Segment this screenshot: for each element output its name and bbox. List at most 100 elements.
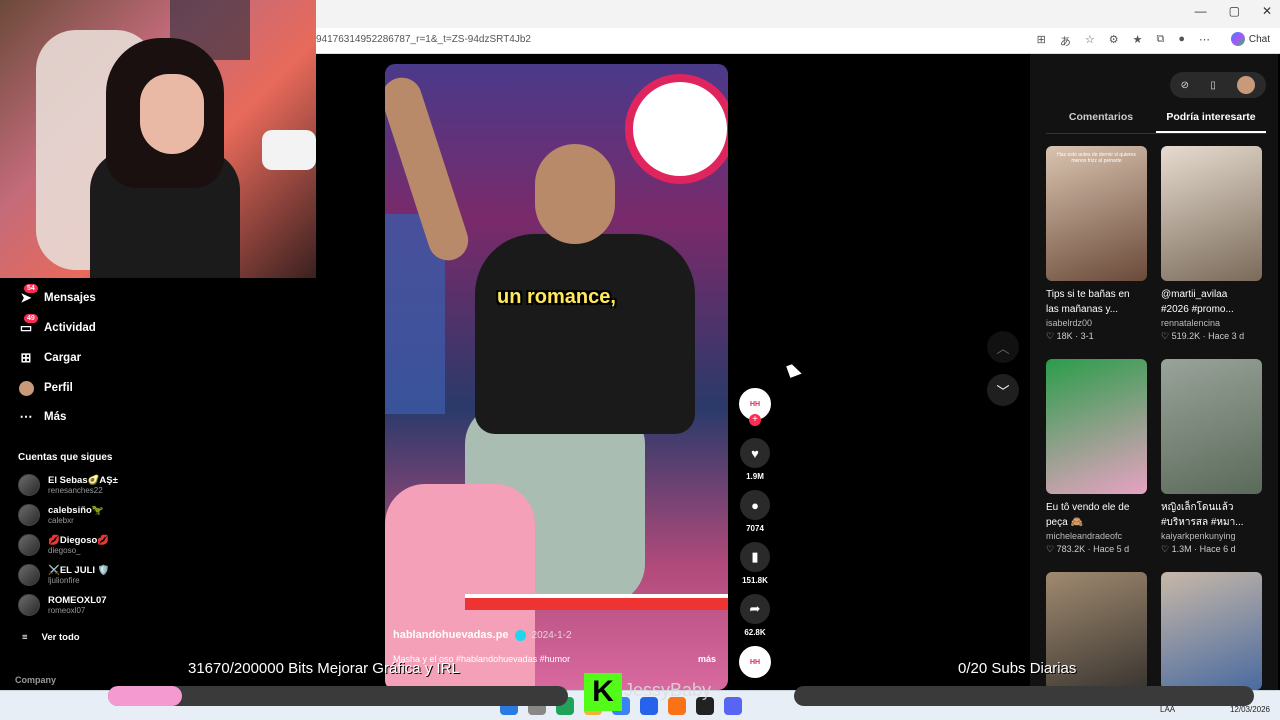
- user-avatar[interactable]: [1237, 76, 1256, 94]
- mouse-cursor: [786, 362, 802, 378]
- sidebar-item-label: Cargar: [44, 352, 82, 364]
- more-icon[interactable]: ⋯: [1199, 33, 1210, 49]
- sidebar-item-label: Actividad: [44, 322, 96, 334]
- account-name: ROMEOXL07: [48, 595, 107, 606]
- comment-count: 7074: [746, 524, 764, 533]
- sidebar-item-perfil[interactable]: Perfil: [18, 380, 73, 396]
- apps-icon[interactable]: ⊞: [1037, 33, 1046, 49]
- heart-icon: ♡: [1046, 331, 1055, 341]
- account-name: ⚔️EL JULI 🛡️: [48, 565, 110, 576]
- video-age: Hace 6 d: [1199, 544, 1236, 554]
- see-all-link[interactable]: ≡ Ver todo: [22, 632, 80, 643]
- video-title: Tips si te bañas en las mañanas y...: [1046, 289, 1130, 315]
- language-indicator[interactable]: LAA: [1160, 705, 1175, 714]
- heart-icon: ♥: [740, 438, 770, 468]
- url-text[interactable]: 94176314952286787_r=1&_t=ZS-94dzSRT4Jb2: [316, 34, 531, 45]
- video-author: kaiyarkpenkunying: [1161, 531, 1236, 541]
- following-account[interactable]: ⚔️EL JULI 🛡️ ljulionfire: [18, 564, 110, 586]
- streamer-name: JessyBaby: [624, 680, 712, 700]
- avatar: [18, 534, 40, 556]
- ellipsis-icon: ⋯: [19, 409, 33, 424]
- comment-button[interactable]: ● 7074: [738, 490, 772, 533]
- taskbar-date[interactable]: 12/03/2026: [1230, 705, 1270, 714]
- inbox-icon: ▭ 49: [18, 314, 38, 336]
- comment-icon: ●: [740, 490, 770, 520]
- chat-button[interactable]: Chat: [1230, 32, 1270, 46]
- sidebar: ➤ 54 Mensajes ▭ 49 Actividad ⊞ Cargar Perf…: [0, 278, 160, 690]
- following-account[interactable]: calebsiño🦖 calebxr: [18, 504, 104, 526]
- video-meta: ♡ 519.2K · Hace 3 d: [1161, 331, 1245, 341]
- sidebar-item-label: Perfil: [44, 382, 73, 394]
- video-card[interactable]: Haz esto antes de dormir si quieres meno…: [1046, 146, 1147, 342]
- share-button[interactable]: ➦ 62.8K: [738, 594, 772, 637]
- following-account[interactable]: ROMEOXL07 romeoxl07: [18, 594, 107, 616]
- account-name: 💋Diegoso💋: [48, 535, 110, 546]
- sidebar-item-actividad[interactable]: ▭ 49 Actividad: [18, 314, 96, 336]
- sidebar-item-mensajes[interactable]: ➤ 54 Mensajes: [18, 284, 96, 306]
- mobile-icon[interactable]: ▯: [1210, 80, 1216, 91]
- caption-more-button[interactable]: más: [698, 654, 716, 664]
- save-button[interactable]: ▮ 151.8K: [738, 542, 772, 585]
- favorites-icon[interactable]: ★: [1133, 33, 1143, 49]
- account-name: calebsiño🦖: [48, 505, 104, 516]
- minimize-icon[interactable]: —: [1195, 4, 1207, 18]
- maximize-icon[interactable]: ▢: [1229, 4, 1240, 18]
- music-disc-icon: HH: [739, 646, 771, 678]
- compass-icon[interactable]: ⊘: [1181, 80, 1189, 91]
- video-age: 3-1: [1080, 331, 1094, 341]
- video-background-sign: [625, 74, 728, 184]
- like-button[interactable]: ♥ 1.9M: [738, 438, 772, 481]
- sound-disc-button[interactable]: HH: [738, 646, 772, 678]
- profile-icon[interactable]: ●: [1178, 33, 1185, 49]
- video-date: 2024-1-2: [531, 629, 572, 641]
- verified-icon: [514, 629, 526, 641]
- video-card[interactable]: [1161, 572, 1262, 690]
- account-handle: calebxr: [48, 516, 74, 525]
- messages-badge: 54: [24, 284, 38, 293]
- company-link[interactable]: Company: [15, 675, 56, 685]
- address-bar-icons: ⊞ あ ☆ ⚙ ★ ⧉ ● ⋯: [1037, 33, 1210, 49]
- screen: — ▢ ✕ 94176314952286787_r=1&_t=ZS-94dzSR…: [0, 0, 1280, 720]
- chat-label: Chat: [1248, 33, 1270, 45]
- following-account[interactable]: El Sebas🥑AŞ± renesanches22: [18, 474, 118, 496]
- like-count: 783.2K: [1056, 544, 1086, 554]
- extensions-icon[interactable]: ⚙: [1109, 33, 1119, 49]
- video-author[interactable]: hablandohuevadas.pe 2024-1-2: [393, 629, 572, 641]
- video-person-body: [475, 234, 695, 434]
- translate-icon[interactable]: あ: [1060, 33, 1071, 49]
- video-card[interactable]: Eu tô vendo ele de peça 🙈 micheleandrade…: [1046, 359, 1147, 555]
- favorite-star-icon[interactable]: ☆: [1085, 33, 1095, 49]
- tab-comentarios[interactable]: Comentarios: [1046, 104, 1156, 133]
- subs-goal-bar: [794, 686, 1254, 706]
- sidebar-item-label: Más: [44, 411, 67, 423]
- tab-podria-interesarte[interactable]: Podría interesarte: [1156, 104, 1266, 133]
- following-section-title: Cuentas que sigues: [18, 452, 113, 463]
- video-age: Hace 5 d: [1093, 544, 1130, 554]
- collections-icon[interactable]: ⧉: [1156, 33, 1164, 49]
- window-controls: — ▢ ✕: [1195, 4, 1272, 18]
- previous-video-button[interactable]: ︿: [987, 331, 1019, 363]
- avatar: [18, 474, 40, 496]
- following-account[interactable]: 💋Diegoso💋 diegoso_: [18, 534, 109, 556]
- bits-goal-text: 31670/200000 Bits Mejorar Gráfica y IRL: [188, 660, 460, 677]
- heart-icon: ♡: [1161, 331, 1170, 341]
- video-card[interactable]: @martii_avilaa #2026 #promo... rennatale…: [1161, 146, 1262, 342]
- next-video-button[interactable]: ﹀: [987, 374, 1019, 406]
- video-thumbnail: [1161, 146, 1262, 281]
- follow-plus-icon[interactable]: +: [749, 414, 761, 426]
- video-person-head: [535, 144, 615, 244]
- sidebar-item-mas[interactable]: ⋯ Más: [18, 409, 67, 425]
- discord-icon[interactable]: [724, 697, 742, 715]
- close-icon[interactable]: ✕: [1262, 4, 1272, 18]
- sidebar-item-cargar[interactable]: ⊞ Cargar: [18, 350, 82, 366]
- share-count: 62.8K: [744, 628, 766, 637]
- video-player[interactable]: un romance, hablandohuevadas.pe 2024-1-2…: [385, 64, 728, 690]
- save-count: 151.8K: [742, 576, 768, 585]
- author-name: hablandohuevadas.pe: [393, 629, 509, 641]
- video-meta: ♡ 18K · 3-1: [1046, 331, 1094, 341]
- video-meta: ♡ 1.3M · Hace 6 d: [1161, 544, 1236, 554]
- avatar: [18, 504, 40, 526]
- heart-icon: ♡: [1046, 544, 1055, 554]
- video-card[interactable]: หญิงเล็กโดนแล้ว #บริหารสล #หมา... kaiyar…: [1161, 359, 1262, 555]
- creator-avatar-button[interactable]: HH +: [738, 388, 772, 426]
